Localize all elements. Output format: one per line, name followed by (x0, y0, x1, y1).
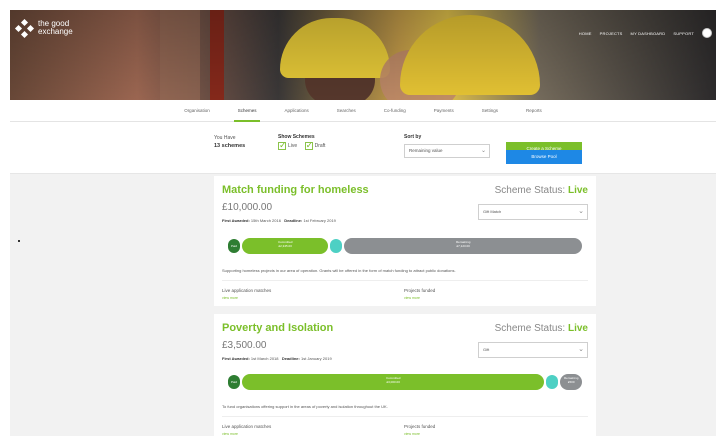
tab-co-funding[interactable]: Co-funding (370, 100, 420, 122)
funded-label: Projects funded (404, 288, 436, 293)
logo[interactable]: the good exchange (14, 18, 73, 39)
chevron-down-icon: ⌄ (480, 148, 486, 154)
sort-select[interactable]: Remaining value ⌄ (404, 144, 490, 158)
live-checkbox[interactable]: Live (278, 140, 297, 151)
scheme-dates: First Awarded: 1st March 2018 Deadline: … (222, 356, 332, 361)
show-schemes-block: Show Schemes Live Draft (278, 134, 331, 152)
paid-marker: Paid (228, 239, 240, 253)
funding-timeline: Paid Committed £3,000.00 Remaining £500 (228, 374, 582, 390)
check-icon (304, 140, 313, 151)
scheme-card: Match funding for homeless Scheme Status… (214, 176, 596, 306)
tab-reports[interactable]: Reports (512, 100, 556, 122)
scheme-status: Scheme Status: Live (494, 185, 588, 196)
paid-marker: Paid (228, 375, 240, 389)
filter-bar: You Have 13 schemes Show Schemes Live Dr… (10, 122, 716, 174)
avatar[interactable] (702, 28, 712, 38)
hero-banner: the good exchange Home Projects My Dashb… (10, 10, 716, 100)
matches-link[interactable]: view more (222, 432, 238, 436)
app-frame: the good exchange Home Projects My Dashb… (10, 10, 716, 436)
nav-support[interactable]: Support (673, 31, 694, 36)
you-have-label: You Have (214, 135, 236, 141)
tab-applications[interactable]: Applications (270, 100, 322, 122)
sort-block: Sort by Remaining value ⌄ (404, 134, 490, 158)
scheme-count-block: You Have 13 schemes (214, 134, 245, 150)
funding-timeline: Paid Committed £2,345.00 Remaining £7,123.… (228, 238, 582, 254)
funded-link[interactable]: view more (404, 296, 420, 300)
funded-label: Projects funded (404, 424, 436, 429)
scheme-card: Poverty and Isolation Scheme Status: Liv… (214, 314, 596, 436)
scheme-type-select[interactable]: Gift Match ⌄ (478, 204, 588, 220)
scheme-description: Supporting homeless projects in our area… (222, 268, 456, 273)
tab-organisation[interactable]: Organisation (170, 100, 224, 122)
section-tabs: Organisation Schemes Applications Search… (10, 100, 716, 122)
scheme-count: 13 schemes (214, 143, 246, 149)
scheme-title[interactable]: Match funding for homeless (222, 184, 369, 196)
remaining-segment: Remaining £500 (560, 374, 582, 390)
committed-segment: Committed £3,000.00 (242, 374, 545, 390)
remaining-segment: Remaining £7,123.00 (344, 238, 582, 254)
scheme-amount: £3,500.00 (222, 340, 267, 351)
scheme-status: Scheme Status: Live (494, 323, 588, 334)
tab-payments[interactable]: Payments (420, 100, 468, 122)
matches-label: Live application matches (222, 424, 272, 429)
tab-schemes[interactable]: Schemes (224, 100, 271, 122)
nav-home[interactable]: Home (579, 31, 592, 36)
top-navigation: Home Projects My Dashboard Support (579, 28, 712, 38)
draft-checkbox[interactable]: Draft (304, 140, 325, 151)
scheme-title[interactable]: Poverty and Isolation (222, 322, 333, 334)
committed-segment: Committed £2,345.00 (242, 238, 329, 254)
check-icon (278, 140, 287, 151)
logo-icon (14, 18, 35, 39)
scheme-type-select[interactable]: Gift ⌄ (478, 342, 588, 358)
logo-text: the good exchange (38, 19, 73, 36)
funded-link[interactable]: view more (404, 432, 420, 436)
chevron-down-icon: ⌄ (578, 346, 584, 353)
scheme-amount: £10,000.00 (222, 202, 273, 213)
tab-searches[interactable]: Searches (323, 100, 370, 122)
browse-pool-button[interactable]: Browse Pool (506, 150, 582, 164)
matches-link[interactable]: view more (222, 296, 238, 300)
pending-marker (330, 239, 343, 253)
scheme-dates: First Awarded: 15th March 2016 Deadline:… (222, 218, 336, 223)
nav-my-dashboard[interactable]: My Dashboard (631, 31, 666, 36)
scheme-description: To fund organisations offering support i… (222, 404, 388, 409)
nav-projects[interactable]: Projects (600, 31, 623, 36)
pending-marker (546, 375, 559, 389)
sort-label: Sort by (404, 134, 422, 140)
tab-settings[interactable]: Settings (468, 100, 512, 122)
matches-label: Live application matches (222, 288, 272, 293)
chevron-down-icon: ⌄ (578, 208, 584, 215)
